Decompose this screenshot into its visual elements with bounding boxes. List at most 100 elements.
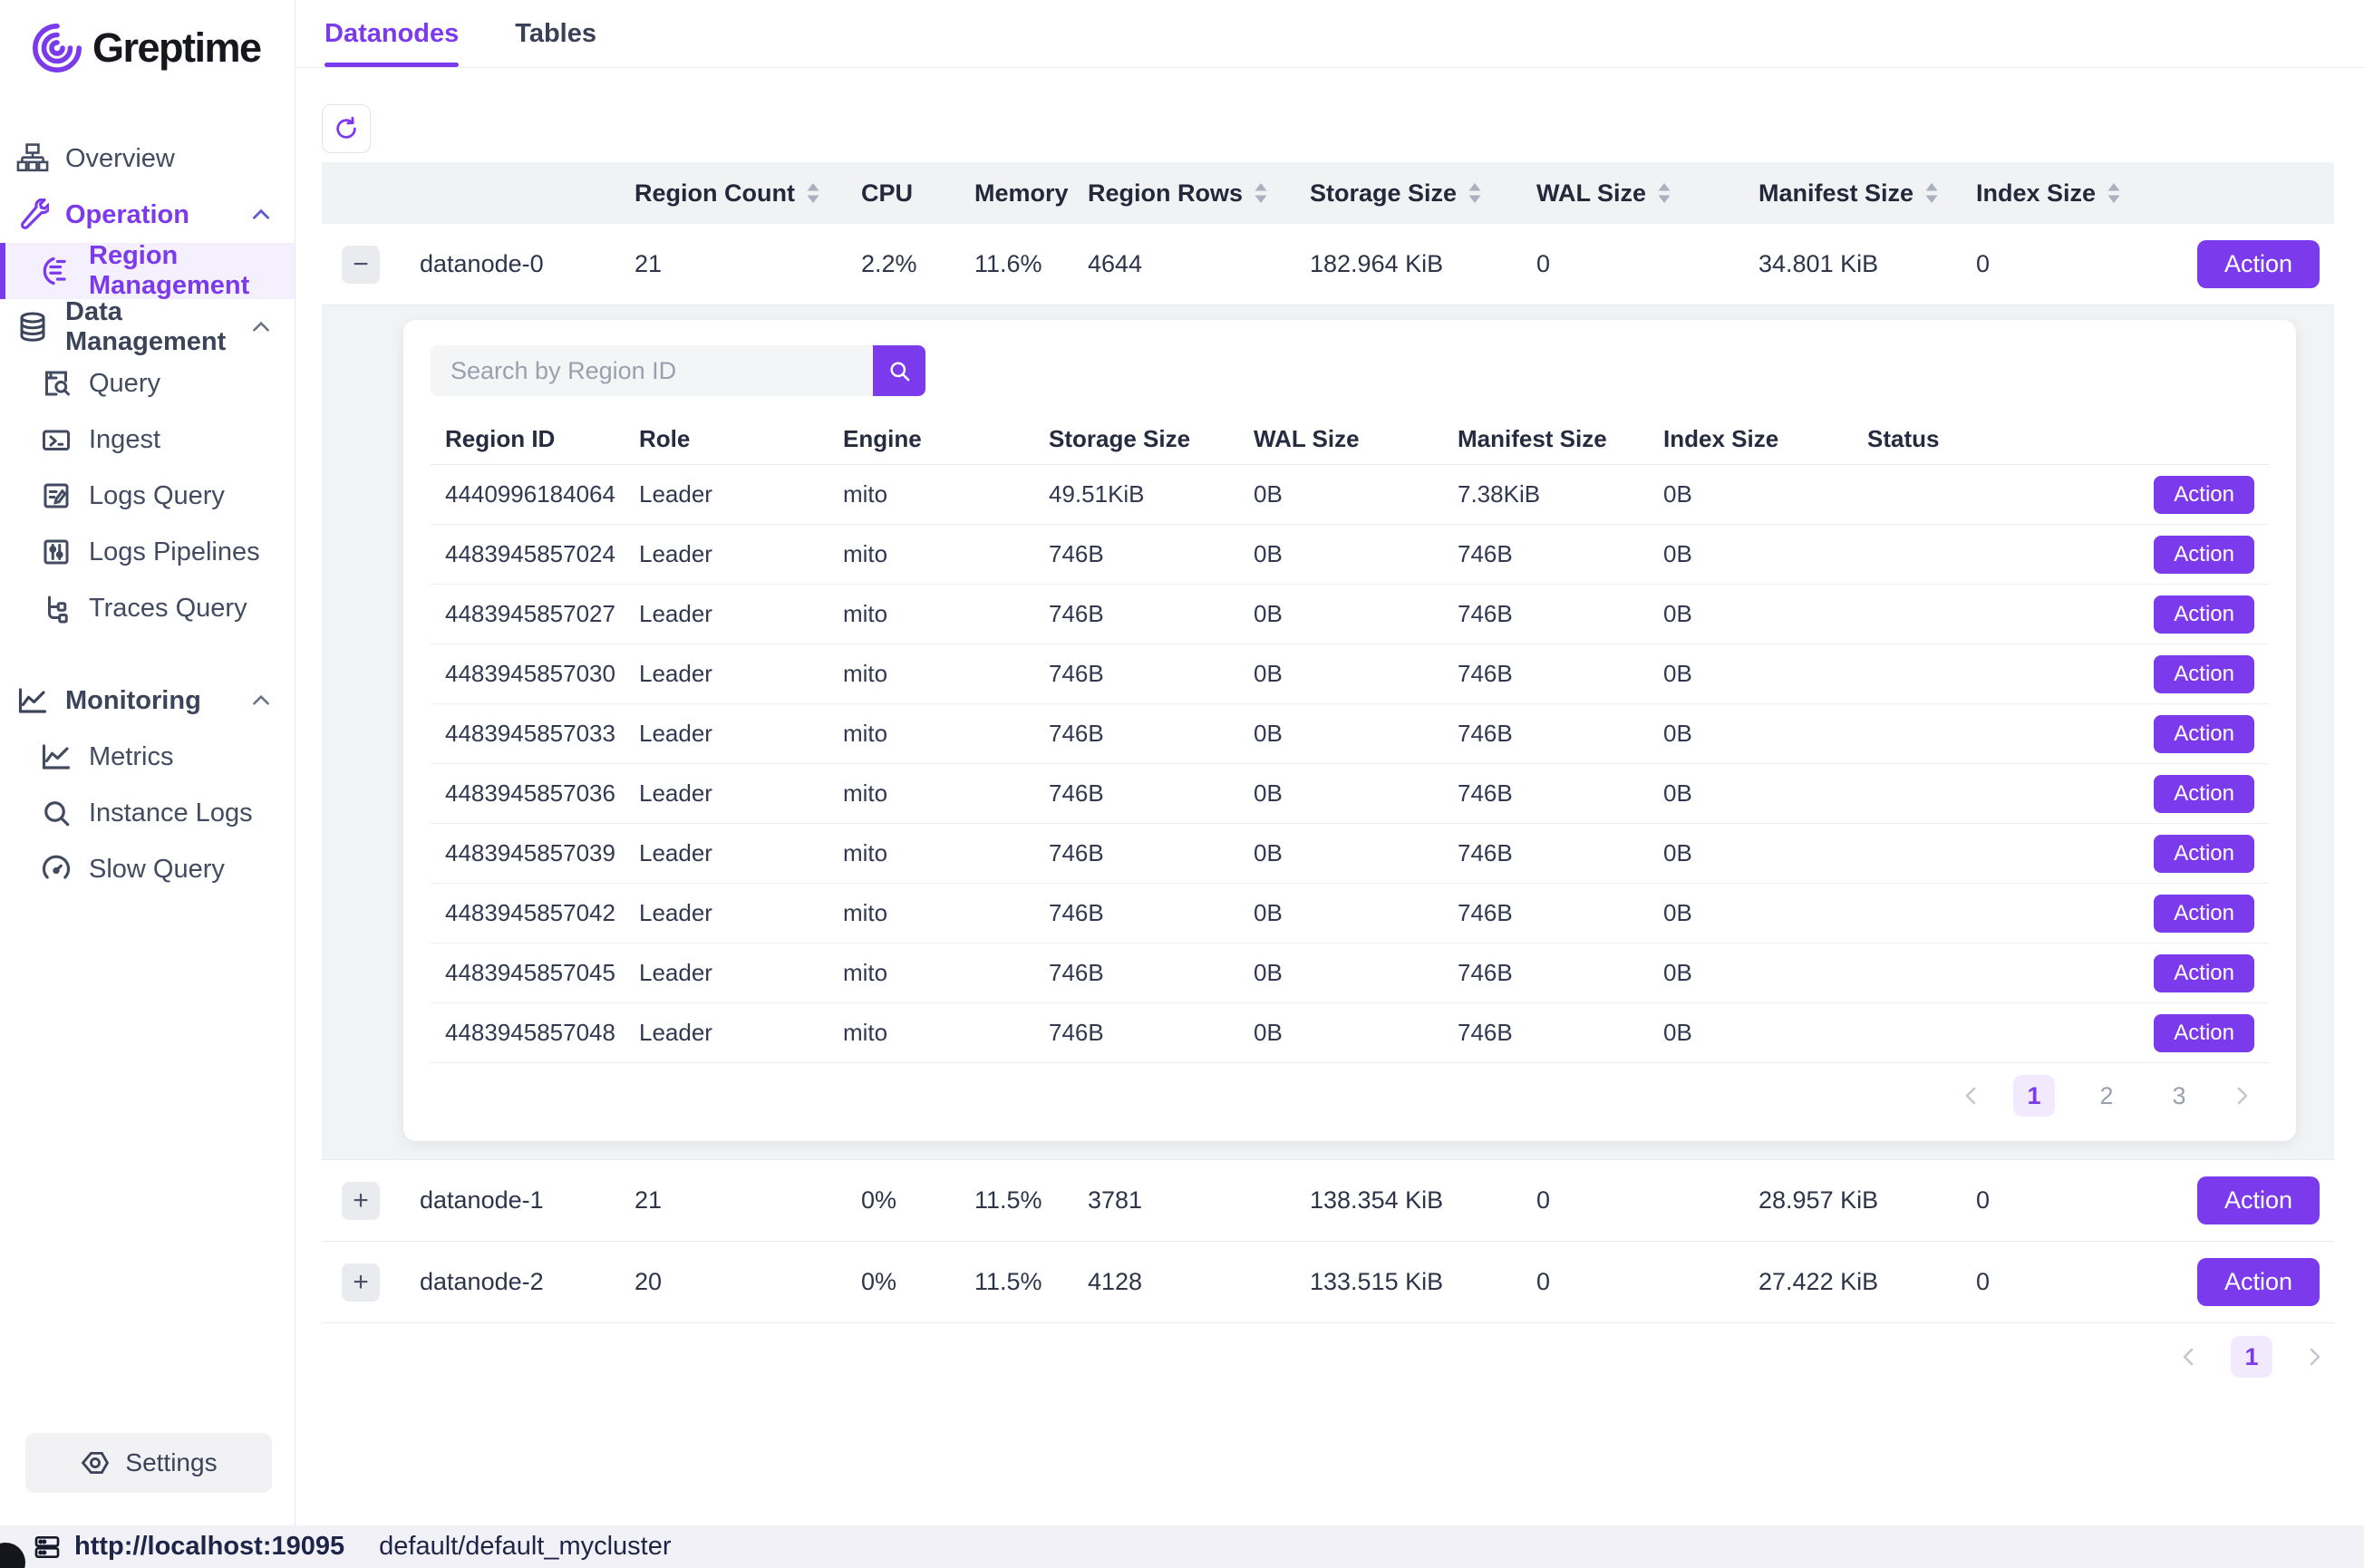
chevron-up-icon[interactable] <box>249 689 273 712</box>
chevron-right-icon <box>2303 1346 2325 1368</box>
sidebar-section-label: Operation <box>65 200 189 230</box>
search-icon <box>887 359 912 383</box>
metrics-chart-icon <box>38 739 74 775</box>
region-cell: 746B <box>1458 839 1663 867</box>
datanode-cell: 4644 <box>1088 250 1310 278</box>
region-column-wal-size: WAL Size <box>1254 425 1458 453</box>
region-action-button[interactable]: Action <box>2154 476 2254 514</box>
region-action-button[interactable]: Action <box>2154 895 2254 933</box>
document-edit-icon <box>38 478 74 514</box>
gear-icon <box>80 1447 111 1478</box>
region-table-row: 4440996184064Leadermito49.51KiB0B7.38KiB… <box>431 465 2269 525</box>
column-header-storage-size[interactable]: Storage Size <box>1310 179 1536 208</box>
pagination-prev-button[interactable] <box>1961 1085 1982 1107</box>
region-cell: 746B <box>1049 899 1254 927</box>
folder-arrow-icon <box>38 421 74 458</box>
sidebar-item-logs-query[interactable]: Logs Query <box>0 468 295 524</box>
region-cell: 0B <box>1254 720 1458 748</box>
greptime-logo-icon <box>31 22 83 74</box>
region-cell: 746B <box>1049 600 1254 628</box>
sort-icon[interactable] <box>1466 180 1484 206</box>
column-header-manifest-size[interactable]: Manifest Size <box>1758 179 1976 208</box>
datanode-action-button[interactable]: Action <box>2197 1258 2320 1306</box>
column-header-region-count[interactable]: Region Count <box>635 179 861 208</box>
sidebar-section-data-management[interactable]: Data Management <box>0 299 295 355</box>
collapse-button[interactable]: − <box>342 246 380 284</box>
chevron-up-icon[interactable] <box>249 203 273 227</box>
column-header-region-rows[interactable]: Region Rows <box>1088 179 1310 208</box>
status-cluster[interactable]: default/default_mycluster <box>379 1532 671 1562</box>
region-id-cell: 4483945857042 <box>431 899 639 927</box>
pagination-next-button[interactable] <box>2303 1346 2325 1368</box>
sidebar-item-slow-query[interactable]: Slow Query <box>0 841 295 897</box>
brand[interactable]: Greptime <box>0 0 295 74</box>
sidebar-section-monitoring[interactable]: Monitoring <box>0 673 295 729</box>
column-header-index-size[interactable]: Index Size <box>1976 179 2126 208</box>
refresh-button[interactable] <box>322 104 371 153</box>
sort-icon[interactable] <box>1252 180 1270 206</box>
pagination-page-2[interactable]: 2 <box>2086 1075 2127 1117</box>
column-header-wal-size[interactable]: WAL Size <box>1536 179 1758 208</box>
sidebar-item-overview[interactable]: Overview <box>0 131 295 187</box>
sidebar-item-metrics[interactable]: Metrics <box>0 729 295 785</box>
region-action-button[interactable]: Action <box>2154 954 2254 992</box>
region-action-button[interactable]: Action <box>2154 715 2254 753</box>
region-cell: 0B <box>1663 660 1867 688</box>
sidebar-item-traces-query[interactable]: Traces Query <box>0 580 295 636</box>
region-search-button[interactable] <box>873 345 925 396</box>
pagination-page-1[interactable]: 1 <box>2013 1075 2055 1117</box>
sidebar-item-ingest[interactable]: Ingest <box>0 411 295 468</box>
sort-icon[interactable] <box>804 180 822 206</box>
region-cell: 0B <box>1663 600 1867 628</box>
pagination-next-button[interactable] <box>2231 1085 2253 1107</box>
datanode-cell: 11.5% <box>974 1186 1088 1215</box>
tab-datanodes[interactable]: Datanodes <box>325 0 459 67</box>
tab-tables[interactable]: Tables <box>515 0 596 67</box>
expand-button[interactable]: + <box>342 1182 380 1220</box>
region-action-cell: Action <box>2076 595 2269 634</box>
pagination-prev-button[interactable] <box>2178 1346 2200 1368</box>
region-cell: Leader <box>639 720 843 748</box>
sidebar-item-query[interactable]: Query <box>0 355 295 411</box>
region-cell: 746B <box>1458 899 1663 927</box>
sort-icon[interactable] <box>2105 180 2123 206</box>
expand-button[interactable]: + <box>342 1263 380 1302</box>
region-action-button[interactable]: Action <box>2154 835 2254 873</box>
settings-button[interactable]: Settings <box>25 1433 272 1493</box>
region-cell: 0B <box>1663 480 1867 508</box>
region-cell: 746B <box>1049 839 1254 867</box>
sidebar-item-logs-pipelines[interactable]: Logs Pipelines <box>0 524 295 580</box>
sidebar-item-region-management[interactable]: Region Management <box>0 243 295 299</box>
datanodes-table-header: Region CountCPUMemoryRegion RowsStorage … <box>322 162 2334 224</box>
datanode-action-button[interactable]: Action <box>2197 240 2320 288</box>
sort-icon[interactable] <box>1923 180 1941 206</box>
region-action-button[interactable]: Action <box>2154 1014 2254 1052</box>
region-action-cell: Action <box>2076 835 2269 873</box>
region-action-button[interactable]: Action <box>2154 595 2254 634</box>
region-search-input[interactable] <box>431 345 873 396</box>
pagination-page-1[interactable]: 1 <box>2231 1336 2272 1378</box>
sidebar-item-instance-logs[interactable]: Instance Logs <box>0 785 295 841</box>
search-icon <box>38 795 74 831</box>
pagination-page-3[interactable]: 3 <box>2158 1075 2200 1117</box>
region-id-cell: 4483945857045 <box>431 959 639 987</box>
region-cell: 7.38KiB <box>1458 480 1663 508</box>
gauge-icon <box>38 851 74 887</box>
region-cell: 0B <box>1254 779 1458 808</box>
region-table-row: 4483945857027Leadermito746B0B746B0BActio… <box>431 585 2269 644</box>
sort-icon[interactable] <box>1655 180 1673 206</box>
region-action-button[interactable]: Action <box>2154 536 2254 574</box>
datanode-cell: 0 <box>1536 250 1758 278</box>
chevron-up-icon[interactable] <box>249 315 273 339</box>
datanode-action-button[interactable]: Action <box>2197 1176 2320 1224</box>
region-action-button[interactable]: Action <box>2154 655 2254 693</box>
status-url[interactable]: http://localhost:19095 <box>74 1532 344 1562</box>
sitemap-icon <box>15 140 51 177</box>
region-action-button[interactable]: Action <box>2154 775 2254 813</box>
datanode-cell: 138.354 KiB <box>1310 1186 1536 1215</box>
region-cell: Leader <box>639 839 843 867</box>
region-cell: Leader <box>639 1019 843 1047</box>
sidebar-section-operation[interactable]: Operation <box>0 187 295 243</box>
sidebar-item-label: Logs Pipelines <box>89 537 260 567</box>
region-cell: 0B <box>1254 959 1458 987</box>
